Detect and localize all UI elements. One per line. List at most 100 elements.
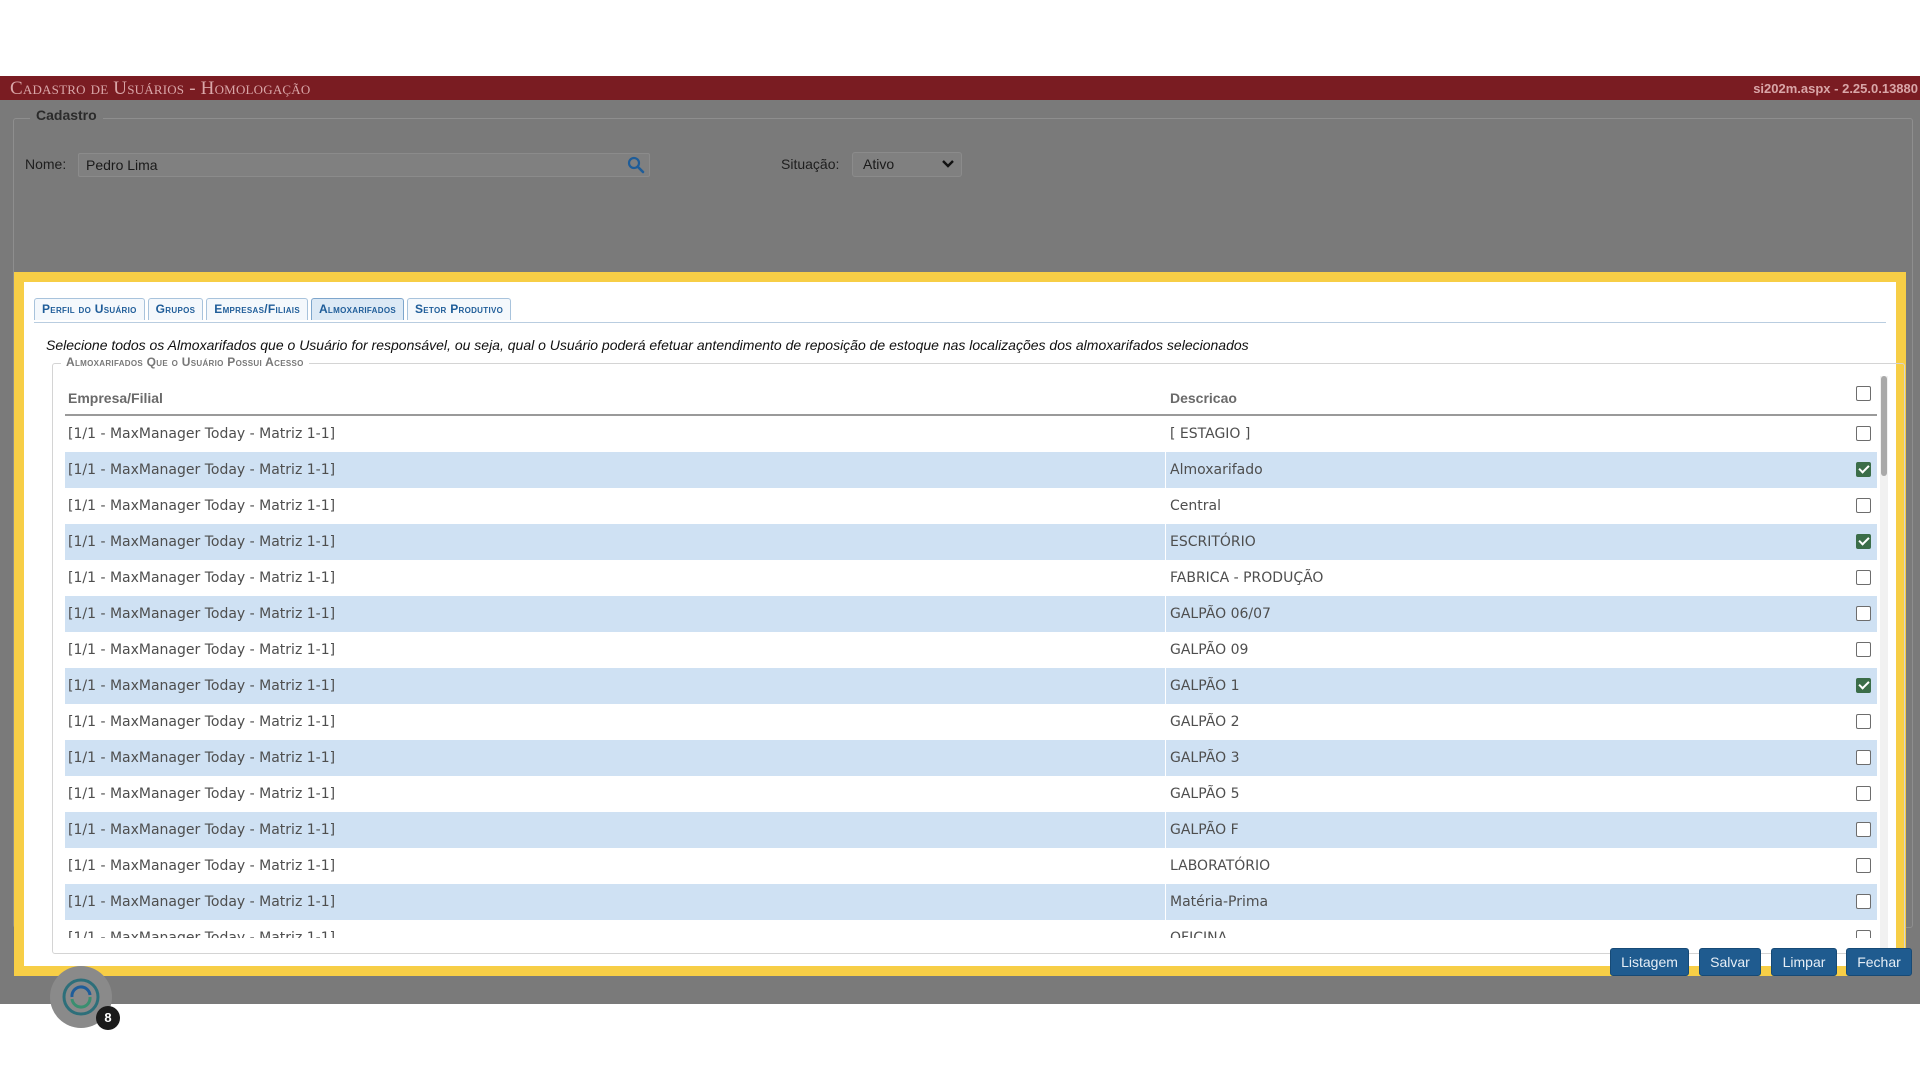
situacao-value: Ativo bbox=[863, 156, 895, 172]
tab-divider bbox=[34, 322, 1886, 323]
descricao-cell: Central bbox=[1170, 498, 1221, 514]
column-separator bbox=[1165, 848, 1166, 884]
row-checkbox[interactable] bbox=[1856, 822, 1871, 837]
column-header-descricao: Descricao bbox=[1170, 390, 1237, 406]
table-row[interactable]: [1/1 - MaxManager Today - Matriz 1-1] LAB… bbox=[65, 848, 1877, 884]
empresa-cell: [1/1 - MaxManager Today - Matriz 1-1] bbox=[68, 858, 336, 874]
empresa-cell: [1/1 - MaxManager Today - Matriz 1-1] bbox=[68, 534, 336, 550]
situacao-label: Situação: bbox=[781, 156, 840, 172]
descricao-cell: GALPÃO 2 bbox=[1170, 714, 1240, 730]
row-checkbox[interactable] bbox=[1856, 894, 1871, 909]
table-row[interactable]: [1/1 - MaxManager Today - Matriz 1-1] GAL… bbox=[65, 812, 1877, 848]
table-row[interactable]: [1/1 - MaxManager Today - Matriz 1-1] OFI… bbox=[65, 920, 1877, 938]
table-row[interactable]: [1/1 - MaxManager Today - Matriz 1-1] Alm… bbox=[65, 452, 1877, 488]
column-separator bbox=[1165, 812, 1166, 848]
listagem-button[interactable]: Listagem bbox=[1610, 948, 1689, 976]
tab-setor-produtivo[interactable]: Setor Produtivo bbox=[406, 298, 512, 320]
scrollbar-thumb[interactable] bbox=[1881, 376, 1887, 476]
descricao-cell: GALPÃO F bbox=[1170, 822, 1239, 838]
instructions-text: Selecione todos os Almoxarifados que o U… bbox=[46, 337, 1249, 353]
row-checkbox[interactable] bbox=[1856, 930, 1871, 938]
descricao-cell: FABRICA - PRODUÇÃO bbox=[1170, 570, 1324, 586]
descricao-cell: [ ESTAGIO ] bbox=[1170, 426, 1251, 442]
app-window: Cadastro de Usuários - Homologação si202… bbox=[0, 76, 1920, 1030]
limpar-button[interactable]: Limpar bbox=[1771, 948, 1837, 976]
empresa-cell: [1/1 - MaxManager Today - Matriz 1-1] bbox=[68, 786, 336, 802]
select-all-checkbox[interactable] bbox=[1856, 386, 1871, 401]
row-checkbox[interactable] bbox=[1856, 642, 1871, 657]
tab-perfil-usuario[interactable]: Perfil do Usuário bbox=[34, 298, 145, 320]
table-body: [1/1 - MaxManager Today - Matriz 1-1] [ E… bbox=[65, 416, 1877, 938]
empresa-cell: [1/1 - MaxManager Today - Matriz 1-1] bbox=[68, 462, 336, 478]
table-row[interactable]: [1/1 - MaxManager Today - Matriz 1-1] GAL… bbox=[65, 668, 1877, 704]
descricao-cell: GALPÃO 1 bbox=[1170, 678, 1240, 694]
row-checkbox[interactable] bbox=[1856, 750, 1871, 765]
row-checkbox[interactable] bbox=[1856, 678, 1871, 693]
column-separator bbox=[1165, 704, 1166, 740]
almoxarifados-table: Empresa/Filial Descricao [1/1 - MaxManag… bbox=[65, 378, 1877, 938]
window-title: Cadastro de Usuários - Homologação bbox=[10, 78, 311, 99]
empresa-cell: [1/1 - MaxManager Today - Matriz 1-1] bbox=[68, 930, 336, 938]
row-checkbox[interactable] bbox=[1856, 426, 1871, 441]
almoxarifados-fieldset: Almoxarifados Que o Usuário Possui Acess… bbox=[52, 355, 1905, 954]
fechar-button[interactable]: Fechar bbox=[1846, 948, 1912, 976]
descricao-cell: Matéria-Prima bbox=[1170, 894, 1269, 910]
table-header: Empresa/Filial Descricao bbox=[65, 378, 1877, 416]
column-separator bbox=[1165, 560, 1166, 596]
table-row[interactable]: [1/1 - MaxManager Today - Matriz 1-1] GAL… bbox=[65, 776, 1877, 812]
table-row[interactable]: [1/1 - MaxManager Today - Matriz 1-1] GAL… bbox=[65, 740, 1877, 776]
empresa-cell: [1/1 - MaxManager Today - Matriz 1-1] bbox=[68, 822, 336, 838]
table-row[interactable]: [1/1 - MaxManager Today - Matriz 1-1] Cen… bbox=[65, 488, 1877, 524]
search-icon[interactable] bbox=[626, 155, 646, 175]
empresa-cell: [1/1 - MaxManager Today - Matriz 1-1] bbox=[68, 678, 336, 694]
version-label: si202m.aspx - 2.25.0.13880 bbox=[1753, 81, 1918, 96]
row-checkbox[interactable] bbox=[1856, 570, 1871, 585]
empresa-cell: [1/1 - MaxManager Today - Matriz 1-1] bbox=[68, 570, 336, 586]
table-row[interactable]: [1/1 - MaxManager Today - Matriz 1-1] GAL… bbox=[65, 596, 1877, 632]
table-scrollbar[interactable] bbox=[1880, 376, 1888, 951]
descricao-cell: LABORATÓRIO bbox=[1170, 858, 1271, 874]
table-row[interactable]: [1/1 - MaxManager Today - Matriz 1-1] Mat… bbox=[65, 884, 1877, 920]
table-row[interactable]: [1/1 - MaxManager Today - Matriz 1-1] [ E… bbox=[65, 416, 1877, 452]
nome-field[interactable]: Pedro Lima bbox=[78, 153, 650, 177]
tab-bar: Perfil do Usuário Grupos Empresas/Filiai… bbox=[34, 298, 514, 322]
table-row[interactable]: [1/1 - MaxManager Today - Matriz 1-1] FAB… bbox=[65, 560, 1877, 596]
column-separator bbox=[1165, 884, 1166, 920]
chat-assistant-widget[interactable]: 8 bbox=[50, 966, 120, 1030]
salvar-button[interactable]: Salvar bbox=[1699, 948, 1761, 976]
empresa-cell: [1/1 - MaxManager Today - Matriz 1-1] bbox=[68, 426, 336, 442]
empresa-cell: [1/1 - MaxManager Today - Matriz 1-1] bbox=[68, 894, 336, 910]
tab-grupos[interactable]: Grupos bbox=[147, 298, 204, 320]
empresa-cell: [1/1 - MaxManager Today - Matriz 1-1] bbox=[68, 606, 336, 622]
row-checkbox[interactable] bbox=[1856, 786, 1871, 801]
row-checkbox[interactable] bbox=[1856, 714, 1871, 729]
table-row[interactable]: [1/1 - MaxManager Today - Matriz 1-1] ESC… bbox=[65, 524, 1877, 560]
column-header-empresa: Empresa/Filial bbox=[68, 390, 163, 406]
situacao-select[interactable]: Ativo bbox=[852, 152, 962, 177]
nome-label: Nome: bbox=[25, 156, 67, 172]
empresa-cell: [1/1 - MaxManager Today - Matriz 1-1] bbox=[68, 642, 336, 658]
column-separator bbox=[1165, 632, 1166, 668]
descricao-cell: Almoxarifado bbox=[1170, 462, 1263, 478]
empresa-cell: [1/1 - MaxManager Today - Matriz 1-1] bbox=[68, 498, 336, 514]
column-separator bbox=[1165, 524, 1166, 560]
row-checkbox[interactable] bbox=[1856, 534, 1871, 549]
descricao-cell: ESCRITÓRIO bbox=[1170, 534, 1256, 550]
descricao-cell: GALPÃO 09 bbox=[1170, 642, 1249, 658]
table-row[interactable]: [1/1 - MaxManager Today - Matriz 1-1] GAL… bbox=[65, 704, 1877, 740]
row-checkbox[interactable] bbox=[1856, 606, 1871, 621]
column-separator bbox=[1165, 668, 1166, 704]
row-checkbox[interactable] bbox=[1856, 858, 1871, 873]
tab-empresas-filiais[interactable]: Empresas/Filiais bbox=[206, 298, 308, 320]
row-checkbox[interactable] bbox=[1856, 498, 1871, 513]
descricao-cell: OFICINA bbox=[1170, 930, 1228, 938]
column-separator bbox=[1165, 740, 1166, 776]
table-row[interactable]: [1/1 - MaxManager Today - Matriz 1-1] GAL… bbox=[65, 632, 1877, 668]
empresa-cell: [1/1 - MaxManager Today - Matriz 1-1] bbox=[68, 714, 336, 730]
column-separator bbox=[1165, 416, 1166, 452]
title-bar: Cadastro de Usuários - Homologação si202… bbox=[0, 76, 1920, 100]
row-checkbox[interactable] bbox=[1856, 462, 1871, 477]
column-separator bbox=[1165, 776, 1166, 812]
descricao-cell: GALPÃO 5 bbox=[1170, 786, 1240, 802]
tab-almoxarifados[interactable]: Almoxarifados bbox=[310, 298, 404, 320]
